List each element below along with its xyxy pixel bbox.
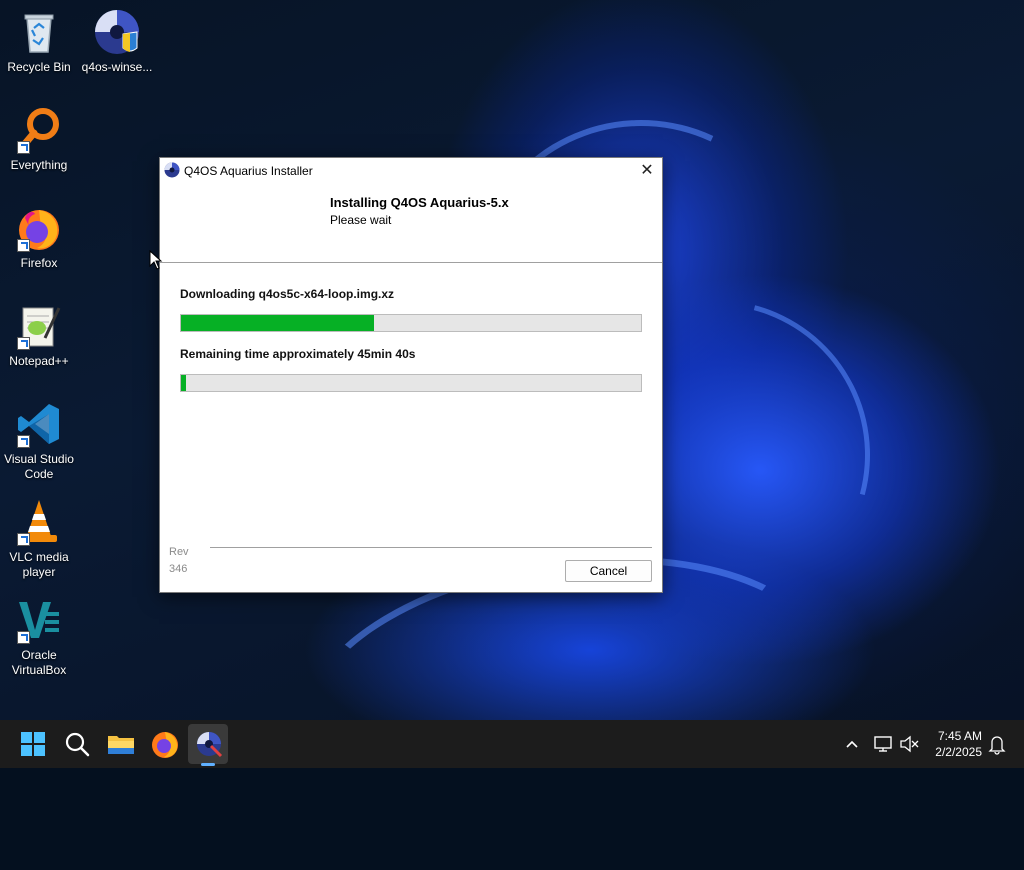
dialog-header: Installing Q4OS Aquarius-5.x Please wait [160, 184, 662, 263]
desktop-icon-recycle-bin[interactable]: Recycle Bin [2, 8, 76, 75]
search-icon[interactable] [61, 728, 93, 760]
desktop-icon-label: Everything [10, 158, 68, 172]
remaining-time-label: Remaining time approximately 45min 40s [180, 347, 416, 361]
notepadpp-icon [15, 302, 63, 350]
clock-time: 7:45 AM [937, 729, 982, 743]
desktop-icon-label: Notepad++ [9, 354, 69, 368]
overall-progress-bar [180, 374, 642, 392]
download-status: Downloading q4os5c-x64-loop.img.xz [180, 287, 395, 301]
shortcut-arrow-icon [17, 337, 30, 350]
shortcut-arrow-icon [17, 239, 30, 252]
clock-date: 2/2/2025 [935, 745, 982, 759]
vlc-cone-icon [15, 498, 63, 546]
dialog-titlebar[interactable]: Q4OS Aquarius Installer ✕ [160, 158, 662, 184]
shortcut-arrow-icon [17, 435, 30, 448]
taskbar: 7:45 AM 2/2/2025 [0, 720, 1024, 768]
install-heading: Installing Q4OS Aquarius-5.x [330, 195, 509, 210]
desktop-icon-label: Recycle Bin [7, 60, 71, 74]
download-progress-bar [180, 314, 642, 332]
cancel-button[interactable]: Cancel [565, 560, 652, 582]
installer-dialog: Q4OS Aquarius Installer ✕ Installing Q4O… [159, 157, 663, 593]
desktop-icon-vlc[interactable]: VLC media player [2, 498, 76, 580]
desktop-icon-firefox[interactable]: Firefox [2, 204, 76, 271]
close-button[interactable]: ✕ [636, 160, 658, 182]
desktop-icon-label: Oracle VirtualBox [11, 648, 67, 677]
desktop-icon-label: Visual Studio Code [4, 452, 74, 481]
virtualbox-icon [15, 596, 63, 644]
file-explorer-icon[interactable] [105, 728, 137, 760]
q4os-logo-icon [164, 162, 180, 178]
footer-separator [210, 547, 652, 548]
desktop-icon-label: q4os-winse... [81, 60, 153, 74]
everything-search-icon [15, 106, 63, 154]
desktop-icon-label: Firefox [20, 256, 58, 270]
desktop-icon-q4os-winsetup[interactable]: q4os-winse... [80, 8, 154, 75]
active-indicator [201, 763, 215, 766]
revision-label: Rev 346 [169, 546, 189, 575]
shortcut-arrow-icon [17, 533, 30, 546]
vscode-icon [15, 400, 63, 448]
q4os-installer-icon[interactable] [193, 728, 225, 760]
firefox-icon[interactable] [149, 728, 181, 760]
start-icon[interactable] [17, 728, 49, 760]
volume-muted-icon[interactable] [898, 720, 920, 768]
mouse-cursor-icon [149, 249, 163, 270]
desktop-icon-everything[interactable]: Everything [2, 106, 76, 173]
q4os-logo-icon [93, 8, 141, 56]
network-icon[interactable] [872, 720, 894, 768]
chevron-up-icon[interactable] [842, 720, 862, 768]
desktop-icon-label: VLC media player [9, 550, 69, 579]
notification-bell-icon[interactable] [986, 720, 1008, 768]
shortcut-arrow-icon [17, 631, 30, 644]
firefox-icon [15, 204, 63, 252]
desktop-icon-vscode[interactable]: Visual Studio Code [2, 400, 76, 482]
desktop-icon-notepadpp[interactable]: Notepad++ [2, 302, 76, 369]
taskbar-clock[interactable]: 7:45 AM 2/2/2025 [935, 728, 982, 760]
install-subheading: Please wait [330, 213, 392, 227]
overall-progress-fill [181, 375, 186, 391]
shortcut-arrow-icon [17, 141, 30, 154]
recycle-bin-icon [15, 8, 63, 56]
desktop-icon-virtualbox[interactable]: Oracle VirtualBox [2, 596, 76, 678]
download-progress-fill [181, 315, 375, 331]
dialog-title: Q4OS Aquarius Installer [184, 164, 313, 178]
